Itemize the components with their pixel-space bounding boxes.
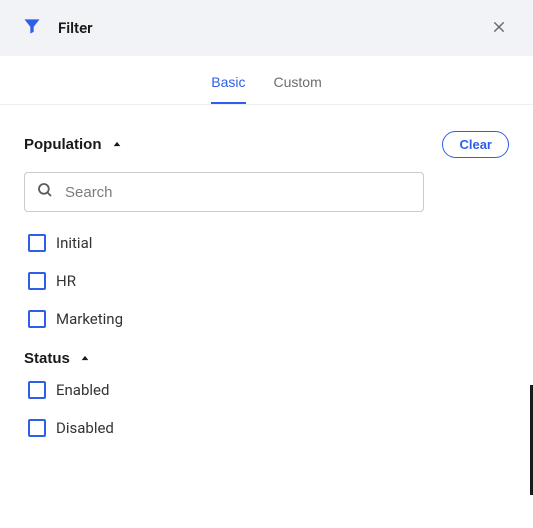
population-list: Initial HR Marketing bbox=[24, 234, 509, 328]
search-icon bbox=[36, 181, 54, 203]
list-item: Disabled bbox=[28, 419, 509, 437]
section-toggle-status[interactable]: Status bbox=[24, 350, 90, 367]
section-header-status: Status bbox=[24, 350, 509, 367]
checkbox-label-marketing[interactable]: Marketing bbox=[56, 310, 123, 328]
section-population: Population Clear Initial bbox=[24, 131, 509, 328]
checkbox-enabled[interactable] bbox=[28, 381, 46, 399]
checkbox-label-hr[interactable]: HR bbox=[56, 272, 76, 290]
clear-button[interactable]: Clear bbox=[442, 131, 509, 158]
checkbox-disabled[interactable] bbox=[28, 419, 46, 437]
list-item: Enabled bbox=[28, 381, 509, 399]
tab-basic[interactable]: Basic bbox=[211, 60, 245, 104]
section-status: Status Enabled Disabled bbox=[24, 350, 509, 437]
checkbox-label-disabled[interactable]: Disabled bbox=[56, 419, 114, 437]
section-header-population: Population Clear bbox=[24, 131, 509, 158]
close-button[interactable] bbox=[487, 15, 511, 42]
section-toggle-population[interactable]: Population bbox=[24, 136, 122, 153]
section-title-population: Population bbox=[24, 136, 102, 153]
panel-title: Filter bbox=[58, 19, 93, 37]
status-list: Enabled Disabled bbox=[24, 381, 509, 437]
close-icon bbox=[491, 23, 507, 38]
checkbox-marketing[interactable] bbox=[28, 310, 46, 328]
tabs: Basic Custom bbox=[0, 60, 533, 105]
search-wrapper bbox=[24, 172, 509, 212]
checkbox-initial[interactable] bbox=[28, 234, 46, 252]
list-item: Initial bbox=[28, 234, 509, 252]
tab-custom[interactable]: Custom bbox=[274, 60, 322, 104]
filter-content: Population Clear Initial bbox=[0, 105, 533, 528]
list-item: HR bbox=[28, 272, 509, 290]
checkbox-hr[interactable] bbox=[28, 272, 46, 290]
chevron-up-icon bbox=[80, 350, 90, 367]
search-input[interactable] bbox=[24, 172, 424, 212]
chevron-up-icon bbox=[112, 136, 122, 153]
filter-header: Filter bbox=[0, 0, 533, 56]
section-title-status: Status bbox=[24, 350, 70, 367]
checkbox-label-initial[interactable]: Initial bbox=[56, 234, 92, 252]
checkbox-label-enabled[interactable]: Enabled bbox=[56, 381, 109, 399]
list-item: Marketing bbox=[28, 310, 509, 328]
filter-icon bbox=[22, 16, 42, 40]
header-left: Filter bbox=[22, 16, 93, 40]
